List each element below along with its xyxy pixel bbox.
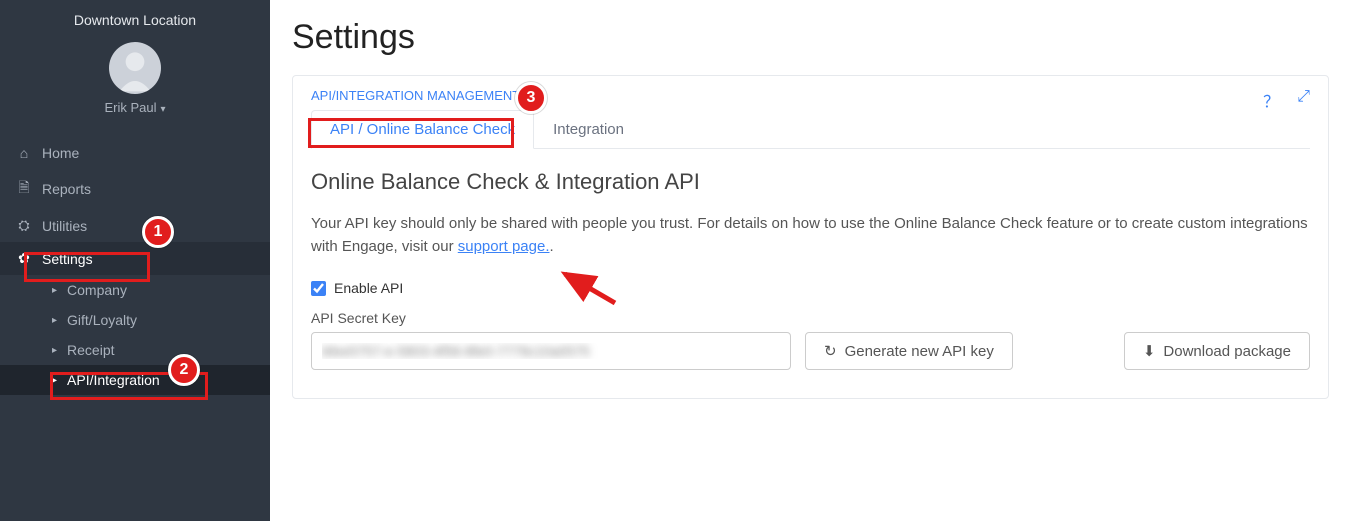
caret-right-icon: ▸: [52, 315, 57, 326]
caret-right-icon: ▸: [52, 285, 57, 296]
expand-icon[interactable]: ⤢: [1297, 88, 1310, 112]
panel-head: API/INTEGRATION MANAGEMENT ？ ⤢ API / Onl…: [293, 76, 1328, 149]
nav-label: API/Integration: [67, 372, 160, 388]
help-icon[interactable]: ？: [1263, 88, 1279, 112]
user-menu[interactable]: Erik Paul ▾: [0, 100, 270, 127]
tab-api[interactable]: API / Online Balance Check: [311, 110, 534, 149]
main: Settings API/INTEGRATION MANAGEMENT ？ ⤢ …: [270, 0, 1351, 521]
cubes-icon: ⛭: [16, 217, 32, 234]
nav-label: Home: [42, 145, 79, 161]
download-icon: ⬇: [1143, 342, 1156, 360]
nav-utilities[interactable]: ⛭ Utilities: [0, 209, 270, 242]
home-icon: ⌂: [16, 145, 32, 161]
document-icon: 🗎: [16, 177, 32, 201]
nav-label: Settings: [42, 251, 93, 267]
api-key-row: API Secret Key ↻ Generate new API key ⬇ …: [311, 310, 1310, 370]
nav-label: Gift/Loyalty: [67, 312, 137, 328]
nav-settings-company[interactable]: ▸ Company: [0, 275, 270, 305]
gear-icon: ✿: [16, 250, 32, 267]
nav-settings-api[interactable]: ▸ API/Integration: [0, 365, 270, 395]
location-name: Downtown Location: [0, 0, 270, 36]
support-link[interactable]: support page.: [458, 238, 550, 255]
caret-right-icon: ▸: [52, 375, 57, 386]
nav-home[interactable]: ⌂ Home: [0, 137, 270, 169]
enable-api-row: Enable API: [311, 280, 1310, 296]
page-title: Settings: [292, 18, 1329, 57]
nav-settings-gift[interactable]: ▸ Gift/Loyalty: [0, 305, 270, 335]
generate-key-button[interactable]: ↻ Generate new API key: [805, 332, 1013, 370]
sidebar: Downtown Location Erik Paul ▾ ⌂ Home 🗎 Re…: [0, 0, 270, 521]
nav-settings[interactable]: ✿ Settings: [0, 242, 270, 275]
enable-api-checkbox[interactable]: [311, 281, 326, 296]
avatar[interactable]: [109, 42, 161, 94]
section-label: API/INTEGRATION MANAGEMENT: [311, 88, 1310, 103]
nav-label: Company: [67, 282, 127, 298]
tab-integration[interactable]: Integration: [534, 110, 643, 149]
nav-reports[interactable]: 🗎 Reports: [0, 169, 270, 209]
panel-description: Your API key should only be shared with …: [311, 213, 1310, 258]
nav: ⌂ Home 🗎 Reports ⛭ Utilities ✿ Settings …: [0, 137, 270, 395]
nav-settings-receipt[interactable]: ▸ Receipt: [0, 335, 270, 365]
refresh-icon: ↻: [824, 342, 837, 360]
tabs: API / Online Balance Check Integration: [311, 109, 1310, 149]
nav-label: Reports: [42, 181, 91, 197]
panel-heading: Online Balance Check & Integration API: [311, 169, 1310, 195]
api-secret-label: API Secret Key: [311, 310, 791, 326]
chevron-down-icon: ▾: [161, 104, 166, 115]
enable-api-label: Enable API: [334, 280, 403, 296]
panel-body: Online Balance Check & Integration API Y…: [293, 149, 1328, 398]
user-name: Erik Paul: [104, 100, 156, 115]
nav-label: Receipt: [67, 342, 114, 358]
nav-label: Utilities: [42, 218, 87, 234]
api-secret-input[interactable]: [311, 332, 791, 370]
download-package-button[interactable]: ⬇ Download package: [1124, 332, 1310, 370]
panel: API/INTEGRATION MANAGEMENT ？ ⤢ API / Onl…: [292, 75, 1329, 399]
caret-right-icon: ▸: [52, 345, 57, 356]
